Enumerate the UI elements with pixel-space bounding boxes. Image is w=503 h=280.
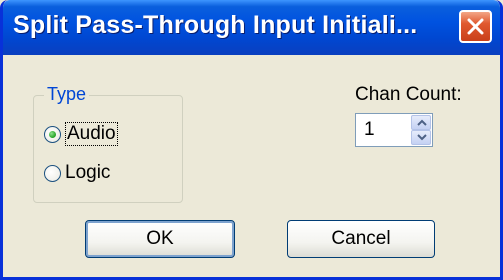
chan-count-label: Chan Count: (355, 84, 462, 105)
radio-logic-indicator[interactable] (44, 164, 61, 182)
radio-logic[interactable]: Logic (44, 162, 110, 184)
dialog-window: Split Pass-Through Input Initiali... Typ… (0, 0, 503, 280)
cancel-button[interactable]: Cancel (287, 220, 435, 258)
radio-logic-label[interactable]: Logic (65, 162, 110, 184)
title-bar[interactable]: Split Pass-Through Input Initiali... (3, 0, 500, 55)
radio-audio-label[interactable]: Audio (65, 122, 118, 146)
chan-count-input[interactable]: 1 (364, 119, 375, 141)
radio-checked-dot (49, 130, 56, 138)
radio-audio[interactable]: Audio (44, 122, 118, 146)
chevron-up-icon (417, 119, 427, 126)
spin-down-button[interactable] (411, 130, 431, 145)
window-title: Split Pass-Through Input Initiali... (13, 11, 418, 39)
chan-count-spinner[interactable]: 1 (355, 113, 433, 147)
spin-up-button[interactable] (411, 115, 431, 130)
close-button[interactable] (459, 10, 492, 43)
spinner-buttons (411, 115, 431, 145)
radio-audio-indicator[interactable] (44, 125, 61, 143)
close-icon (467, 18, 484, 35)
type-groupbox: Type Audio Logic (33, 84, 183, 203)
type-group-title: Type (44, 84, 90, 105)
ok-button[interactable]: OK (85, 220, 235, 258)
chevron-down-icon (417, 134, 427, 141)
